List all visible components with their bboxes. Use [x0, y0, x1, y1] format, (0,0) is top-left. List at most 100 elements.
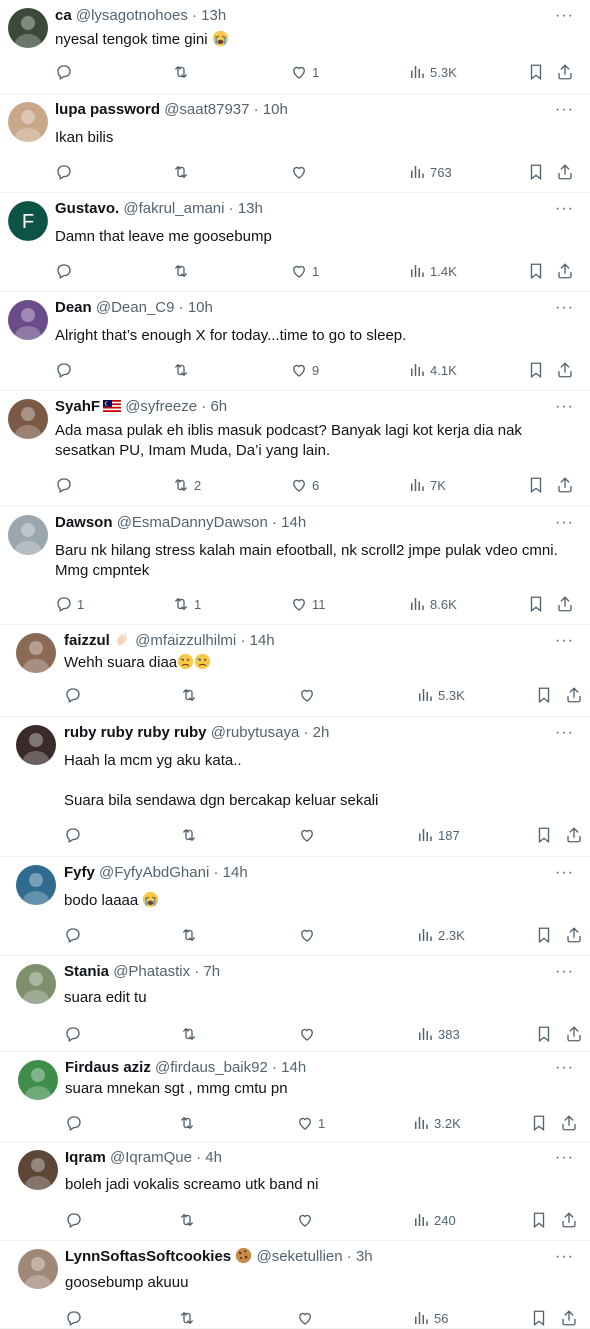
reply-button[interactable]	[65, 1210, 87, 1230]
more-options-icon[interactable]: ···	[555, 631, 574, 651]
reply-tweet[interactable]: Stania @Phatastix · 7h ··· suara edit tu 38…	[0, 956, 590, 1052]
more-options-icon[interactable]: ···	[555, 1148, 574, 1168]
reply-button[interactable]	[55, 475, 77, 495]
bookmark-button[interactable]	[527, 162, 545, 182]
user-handle[interactable]: @seketullien	[256, 1248, 342, 1265]
views-button[interactable]: 1.4K	[408, 261, 457, 281]
timestamp[interactable]: 14h	[281, 514, 306, 531]
share-button[interactable]	[556, 594, 574, 614]
user-handle[interactable]: @Phatastix	[113, 963, 190, 980]
reply-button[interactable]	[55, 162, 77, 182]
display-name[interactable]: lupa password	[55, 101, 160, 118]
display-name[interactable]: Gustavo.	[55, 200, 119, 217]
reply-tweet[interactable]: ca @lysagotnohoes · 13h ··· nyesal tengok …	[0, 0, 590, 94]
user-handle[interactable]: @lysagotnohoes	[76, 7, 188, 24]
display-name[interactable]: ca	[55, 7, 72, 24]
display-name[interactable]: Iqram	[65, 1149, 106, 1166]
reply-tweet[interactable]: SyahF @syfreeze · 6h ··· Ada masa pulak eh…	[0, 391, 590, 507]
user-handle[interactable]: @Dean_C9	[96, 299, 175, 316]
display-name[interactable]: Dean	[55, 299, 92, 316]
views-button[interactable]: 763	[408, 162, 452, 182]
display-name[interactable]: faizzul	[64, 632, 110, 649]
views-button[interactable]: 383	[416, 1024, 460, 1044]
share-button[interactable]	[556, 261, 574, 281]
more-options-icon[interactable]: ···	[555, 397, 574, 417]
share-button[interactable]	[565, 825, 583, 845]
timestamp[interactable]: 14h	[281, 1059, 306, 1076]
retweet-button[interactable]	[180, 825, 202, 845]
views-button[interactable]: 4.1K	[408, 360, 457, 380]
reply-tweet[interactable]: Firdaus aziz @firdaus_baik92 · 14h ··· sua…	[0, 1052, 590, 1142]
more-options-icon[interactable]: ···	[555, 1247, 574, 1267]
display-name[interactable]: Fyfy	[64, 864, 95, 881]
views-button[interactable]: 2.3K	[416, 925, 465, 945]
avatar[interactable]	[18, 1249, 58, 1289]
reply-tweet[interactable]: F Gustavo. @fakrul_amani · 13h ··· Damn tha…	[0, 193, 590, 292]
retweet-button[interactable]	[172, 261, 194, 281]
share-button[interactable]	[565, 1024, 583, 1044]
share-button[interactable]	[556, 475, 574, 495]
user-handle[interactable]: @saat87937	[164, 101, 249, 118]
like-button[interactable]	[298, 925, 320, 945]
share-button[interactable]	[560, 1210, 578, 1230]
bookmark-button[interactable]	[535, 925, 553, 945]
retweet-button[interactable]	[172, 62, 194, 82]
like-button[interactable]: 11	[290, 594, 326, 614]
avatar[interactable]	[18, 1150, 58, 1190]
more-options-icon[interactable]: ···	[555, 298, 574, 318]
timestamp[interactable]: 3h	[356, 1248, 373, 1265]
reply-tweet[interactable]: LynnSoftasSoftcookies @seketullien · 3h ·…	[0, 1241, 590, 1329]
timestamp[interactable]: 13h	[201, 7, 226, 24]
avatar[interactable]	[18, 1060, 58, 1100]
bookmark-button[interactable]	[527, 594, 545, 614]
like-button[interactable]: 6	[290, 475, 319, 495]
retweet-button[interactable]	[180, 1024, 202, 1044]
more-options-icon[interactable]: ···	[555, 1058, 574, 1078]
like-button[interactable]	[298, 1024, 320, 1044]
views-button[interactable]: 5.3K	[408, 62, 457, 82]
timestamp[interactable]: 13h	[238, 200, 263, 217]
like-button[interactable]	[296, 1210, 318, 1230]
like-button[interactable]: 1	[290, 62, 319, 82]
user-handle[interactable]: @IqramQue	[110, 1149, 192, 1166]
bookmark-button[interactable]	[527, 360, 545, 380]
share-button[interactable]	[556, 62, 574, 82]
reply-button[interactable]	[65, 1113, 87, 1133]
bookmark-button[interactable]	[535, 1024, 553, 1044]
retweet-button[interactable]: 2	[172, 475, 201, 495]
user-handle[interactable]: @FyfyAbdGhani	[99, 864, 209, 881]
reply-button[interactable]	[55, 62, 77, 82]
reply-button[interactable]	[55, 360, 77, 380]
avatar[interactable]	[8, 102, 48, 142]
user-handle[interactable]: @firdaus_baik92	[155, 1059, 268, 1076]
views-button[interactable]: 5.3K	[416, 685, 465, 705]
share-button[interactable]	[560, 1308, 578, 1328]
bookmark-button[interactable]	[527, 62, 545, 82]
retweet-button[interactable]	[172, 162, 194, 182]
views-button[interactable]: 56	[412, 1308, 448, 1328]
reply-button[interactable]	[65, 1308, 87, 1328]
more-options-icon[interactable]: ···	[555, 962, 574, 982]
views-button[interactable]: 240	[412, 1210, 456, 1230]
views-button[interactable]: 8.6K	[408, 594, 457, 614]
more-options-icon[interactable]: ···	[555, 513, 574, 533]
retweet-button[interactable]	[180, 925, 202, 945]
timestamp[interactable]: 14h	[223, 864, 248, 881]
bookmark-button[interactable]	[530, 1113, 548, 1133]
timestamp[interactable]: 4h	[205, 1149, 222, 1166]
views-button[interactable]: 187	[416, 825, 460, 845]
share-button[interactable]	[556, 162, 574, 182]
user-handle[interactable]: @syfreeze	[125, 398, 197, 415]
more-options-icon[interactable]: ···	[555, 100, 574, 120]
avatar[interactable]	[16, 633, 56, 673]
reply-tweet[interactable]: Iqram @IqramQue · 4h ··· boleh jadi vokali…	[0, 1142, 590, 1241]
retweet-button[interactable]	[172, 360, 194, 380]
avatar[interactable]: F	[8, 201, 48, 241]
share-button[interactable]	[556, 360, 574, 380]
bookmark-button[interactable]	[527, 261, 545, 281]
avatar[interactable]	[16, 725, 56, 765]
reply-button[interactable]	[64, 825, 86, 845]
reply-tweet[interactable]: lupa password @saat87937 · 10h ··· Ikan bi…	[0, 94, 590, 193]
retweet-button[interactable]	[178, 1308, 200, 1328]
bookmark-button[interactable]	[530, 1308, 548, 1328]
